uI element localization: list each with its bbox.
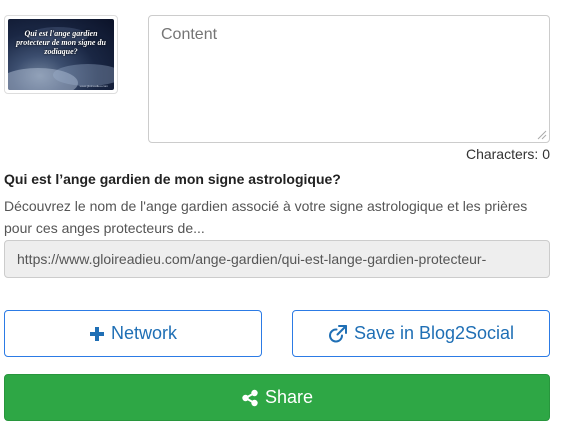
link-thumbnail: Qui est l'ange gardien protecteur de mon…	[4, 15, 118, 94]
character-count: Characters: 0	[465, 146, 550, 162]
external-link-icon	[328, 324, 348, 344]
save-button-label: Save in Blog2Social	[353, 323, 515, 343]
share-button[interactable]: Share	[4, 374, 550, 421]
link-preview-description: Découvrez le nom de l'ange gardien assoc…	[4, 198, 528, 236]
plus-icon	[89, 326, 105, 342]
link-preview-title: Qui est l’ange gardien de mon signe astr…	[4, 171, 341, 187]
link-url-field[interactable]	[4, 240, 550, 278]
resize-grip-icon[interactable]	[537, 130, 547, 140]
content-textarea[interactable]	[148, 15, 550, 143]
thumbnail-caption: Qui est l'ange gardien protecteur de mon…	[16, 29, 106, 56]
thumbnail-footer: www.gloireadieu.com	[79, 84, 108, 88]
share-icon	[241, 389, 259, 407]
thumbnail-image: Qui est l'ange gardien protecteur de mon…	[8, 19, 114, 90]
share-button-label: Share	[264, 387, 314, 407]
network-button-label: Network	[110, 323, 177, 343]
save-in-blog2social-button[interactable]: Save in Blog2Social	[292, 310, 550, 357]
network-button[interactable]: Network	[4, 310, 262, 357]
